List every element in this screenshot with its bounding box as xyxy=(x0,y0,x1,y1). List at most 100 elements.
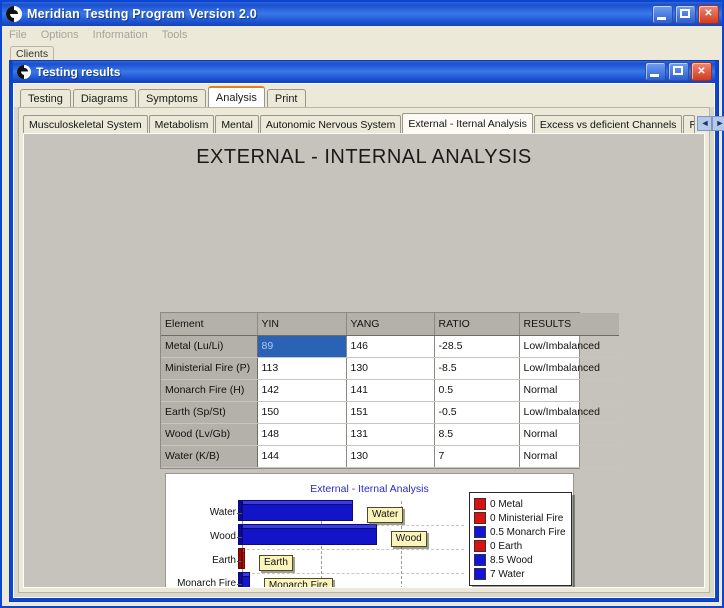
menu-bar: File Options Information Tools xyxy=(2,26,722,44)
yin-yang-icon xyxy=(6,6,22,22)
child-close-button[interactable]: ✕ xyxy=(691,62,712,81)
cell-yang[interactable]: 130 xyxy=(346,357,435,380)
analysis-chart: External - Iternal Analysis MetalMetalMi… xyxy=(165,473,574,587)
table-row[interactable]: Earth (Sp/St) 150 151 -0.5 Low/Imbalance… xyxy=(161,401,619,424)
main-title-bar: Meridian Testing Program Version 2.0 ✕ xyxy=(2,2,722,26)
chart-legend: 0 Metal 0 Ministerial Fire 0.5 Monarch Fir… xyxy=(469,492,572,586)
cell-yin[interactable]: 113 xyxy=(257,357,347,380)
table-row[interactable]: Ministerial Fire (P) 113 130 -8.5 Low/Im… xyxy=(161,357,619,380)
cell-yin[interactable]: 144 xyxy=(257,445,347,468)
scroll-left-icon[interactable]: ◄ xyxy=(697,115,713,131)
table-row[interactable]: Water (K/B) 144 130 7 Normal xyxy=(161,445,619,468)
cell-yang[interactable]: 130 xyxy=(346,445,435,468)
column-header-ratio: RATIO xyxy=(434,313,520,336)
chart-legend-item: 8.5 Wood xyxy=(474,553,566,567)
subtab-excess-vs-deficient-channels[interactable]: Excess vs deficient Channels xyxy=(533,115,683,134)
subtab-musculoskeletal-system[interactable]: Musculoskeletal System xyxy=(23,115,148,134)
tab-testing[interactable]: Testing xyxy=(20,89,71,107)
child-title-bar: Testing results ✕ xyxy=(13,61,715,82)
cell-results[interactable]: Normal xyxy=(519,423,619,446)
table-header-row: Element YIN YANG RATIO RESULTS xyxy=(161,313,619,336)
table-row[interactable]: Metal (Lu/Li) 89 146 -28.5 Low/Imbalance… xyxy=(161,335,619,358)
maximize-button[interactable] xyxy=(675,4,696,24)
tab-analysis[interactable]: Analysis xyxy=(207,86,265,107)
table-row[interactable]: Monarch Fire (H) 142 141 0.5 Normal xyxy=(161,379,619,402)
chart-legend-swatch xyxy=(474,540,486,552)
menu-tools[interactable]: Tools xyxy=(162,29,188,41)
menu-options[interactable]: Options xyxy=(41,29,79,41)
window-controls: ✕ xyxy=(652,4,722,24)
menu-file[interactable]: File xyxy=(9,29,27,41)
chart-legend-label: 0.5 Monarch Fire xyxy=(490,526,566,538)
chart-bar[interactable] xyxy=(242,552,245,570)
scroll-right-icon[interactable]: ► xyxy=(712,115,724,131)
subtab-ratios-review[interactable]: Ratios Revi xyxy=(683,115,696,134)
chart-bar[interactable] xyxy=(242,528,377,546)
subtab-mental[interactable]: Mental xyxy=(215,115,259,134)
chart-plot-area: MetalMetalMinisterial FireMinisterial Fi… xyxy=(177,500,464,587)
cell-ratio[interactable]: -0.5 xyxy=(434,401,520,424)
cell-yin-selected[interactable]: 89 xyxy=(257,335,347,358)
subtab-autonomic-nervous-system[interactable]: Autonomic Nervous System xyxy=(259,115,402,134)
cell-yin[interactable]: 142 xyxy=(257,379,347,402)
chart-gridline xyxy=(242,572,464,574)
cell-yang[interactable]: 131 xyxy=(346,423,435,446)
chart-bar[interactable] xyxy=(242,575,250,587)
child-maximize-button[interactable] xyxy=(668,62,689,81)
cell-results[interactable]: Low/Imbalanced xyxy=(519,335,619,358)
cell-yin[interactable]: 148 xyxy=(257,423,347,446)
close-button[interactable]: ✕ xyxy=(698,4,719,24)
cell-yang[interactable]: 146 xyxy=(346,335,435,358)
tab-symptoms[interactable]: Symptoms xyxy=(137,89,206,107)
child-minimize-button[interactable] xyxy=(645,62,666,81)
chart-legend-label: 0 Metal xyxy=(490,498,523,510)
cell-ratio[interactable]: 7 xyxy=(434,445,520,468)
cell-ratio[interactable]: 0.5 xyxy=(434,379,520,402)
cell-results[interactable]: Normal xyxy=(519,445,619,468)
cell-results[interactable]: Low/Imbalanced xyxy=(519,357,619,380)
chart-legend-swatch xyxy=(474,554,486,566)
menu-information[interactable]: Information xyxy=(93,29,148,41)
cell-yang[interactable]: 151 xyxy=(346,401,435,424)
chart-legend-swatch xyxy=(474,512,486,524)
cell-ratio[interactable]: -28.5 xyxy=(434,335,520,358)
child-window-body: Testing Diagrams Symptoms Analysis Print… xyxy=(13,83,724,598)
tab-print[interactable]: Print xyxy=(266,89,306,107)
chart-data-label: Monarch Fire xyxy=(263,578,333,587)
subtab-metabolism[interactable]: Metabolism xyxy=(148,115,215,134)
chart-legend-swatch xyxy=(474,526,486,538)
cell-element: Metal (Lu/Li) xyxy=(161,335,258,358)
subtab-scroll-spinner: ◄ ► xyxy=(697,115,724,131)
application-window: Meridian Testing Program Version 2.0 ✕ F… xyxy=(0,0,724,608)
chart-legend-label: 0 Earth xyxy=(490,540,523,552)
cell-ratio[interactable]: -8.5 xyxy=(434,357,520,380)
main-tab-strip: Testing Diagrams Symptoms Analysis Print xyxy=(14,84,714,107)
cell-results[interactable]: Normal xyxy=(519,379,619,402)
chart-bar[interactable] xyxy=(242,504,353,522)
subtab-external-internal-analysis[interactable]: External - Iternal Analysis xyxy=(402,113,533,134)
cell-ratio[interactable]: 8.5 xyxy=(434,423,520,446)
cell-element: Water (K/B) xyxy=(161,445,258,468)
column-header-yin: YIN xyxy=(257,313,347,336)
chart-legend-item: 0 Metal xyxy=(474,497,566,511)
chart-legend-label: 8.5 Wood xyxy=(490,554,533,566)
cell-yin[interactable]: 150 xyxy=(257,401,347,424)
cell-element: Earth (Sp/St) xyxy=(161,401,258,424)
tab-diagrams[interactable]: Diagrams xyxy=(72,89,136,107)
chart-y-tick-mark xyxy=(237,560,242,562)
cell-yang[interactable]: 141 xyxy=(346,379,435,402)
column-header-yang: YANG xyxy=(346,313,435,336)
child-window-controls: ✕ xyxy=(645,62,715,81)
cell-results[interactable]: Low/Imbalanced xyxy=(519,401,619,424)
minimize-button[interactable] xyxy=(652,4,673,24)
column-header-results: RESULTS xyxy=(519,313,619,336)
chart-data-label: Wood xyxy=(390,530,427,547)
chart-legend-item: 0.5 Monarch Fire xyxy=(474,525,566,539)
chart-legend-item: 0 Earth xyxy=(474,539,566,553)
results-table: Element YIN YANG RATIO RESULTS Metal (Lu… xyxy=(161,313,619,468)
yin-yang-icon xyxy=(17,64,31,79)
table-row[interactable]: Wood (Lv/Gb) 148 131 8.5 Normal xyxy=(161,423,619,446)
chart-legend-swatch xyxy=(474,498,486,510)
chart-y-tick-mark xyxy=(237,536,242,538)
analysis-content-frame: Musculoskeletal System Metabolism Mental… xyxy=(18,107,724,593)
